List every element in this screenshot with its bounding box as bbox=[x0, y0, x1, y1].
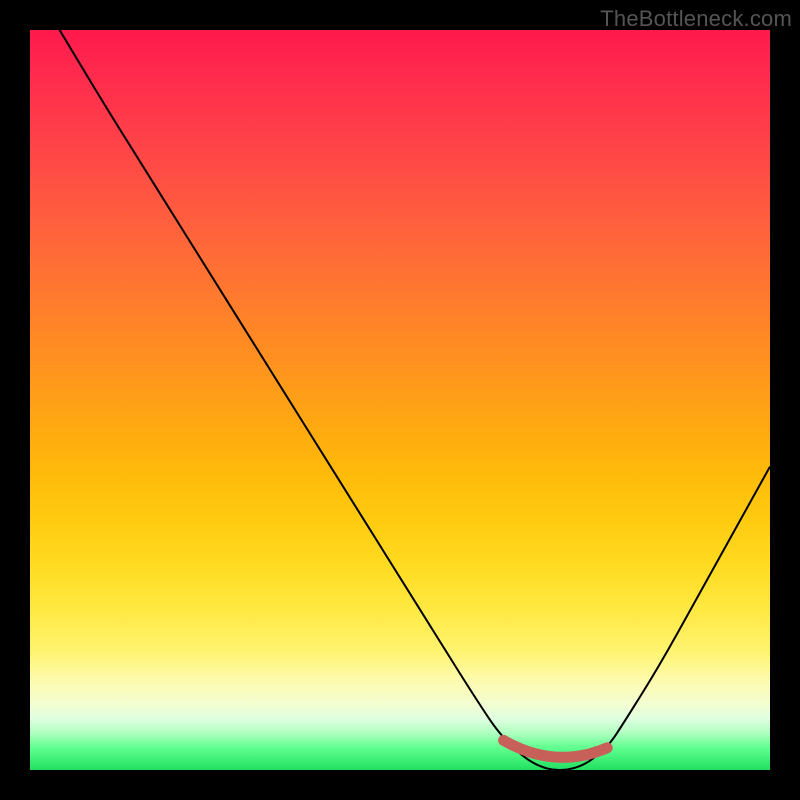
chart-plot-area bbox=[30, 30, 770, 770]
watermark-text: TheBottleneck.com bbox=[600, 6, 792, 32]
chart-background-gradient bbox=[30, 30, 770, 770]
